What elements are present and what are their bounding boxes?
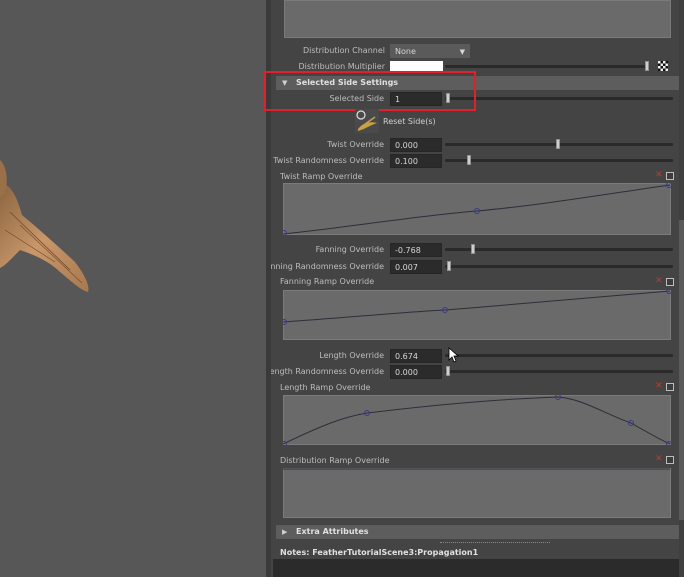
fanning-randomness-field[interactable]: 0.007 [390, 260, 442, 274]
distribution-multiplier-label: Distribution Multiplier [298, 62, 385, 71]
expand-ramp-icon[interactable] [666, 172, 674, 180]
delete-key-icon[interactable]: ✕ [655, 276, 663, 286]
fanning-override-slider-track[interactable] [445, 248, 673, 251]
twist-randomness-slider-handle[interactable] [467, 155, 471, 165]
length-override-label: Length Override [319, 351, 384, 360]
viewport[interactable] [0, 0, 266, 577]
distribution-channel-value: None [395, 47, 416, 56]
fanning-randomness-label: Fanning Randomness Override [271, 262, 384, 271]
twist-randomness-label: Twist Randomness Override [273, 156, 384, 165]
expand-ramp-icon[interactable] [666, 383, 674, 391]
distribution-ramp-graph[interactable] [283, 468, 671, 518]
length-ramp-label: Length Ramp Override [280, 383, 371, 392]
delete-key-icon[interactable]: ✕ [655, 454, 663, 464]
distribution-multiplier-slider-track[interactable] [445, 65, 645, 68]
twist-randomness-slider-track[interactable] [445, 159, 673, 162]
distribution-channel-label: Distribution Channel [302, 46, 385, 55]
twist-override-label: Twist Override [327, 140, 384, 149]
distribution-ramp-label: Distribution Ramp Override [280, 456, 390, 465]
twist-ramp-label: Twist Ramp Override [280, 172, 363, 181]
expand-ramp-icon[interactable] [666, 456, 674, 464]
length-override-field[interactable]: 0.674 [390, 349, 442, 363]
length-randomness-slider-handle[interactable] [446, 366, 450, 376]
twist-randomness-field[interactable]: 0.100 [390, 154, 442, 168]
length-randomness-slider-track[interactable] [445, 370, 673, 373]
density-ramp[interactable] [284, 0, 671, 38]
fanning-override-slider-handle[interactable] [471, 244, 475, 254]
length-randomness-label: Length Randomness Override [271, 367, 384, 376]
fanning-ramp-graph[interactable] [283, 290, 671, 340]
highlight-annotation-box [264, 71, 476, 111]
reset-sides-label[interactable]: Reset Side(s) [383, 117, 436, 126]
distribution-multiplier-slider-handle[interactable] [645, 61, 649, 71]
twist-override-field[interactable]: 0.000 [390, 138, 442, 152]
extra-attributes-title: Extra Attributes [296, 527, 369, 536]
length-override-slider-track[interactable] [445, 354, 673, 357]
selected-side-slider-track[interactable] [445, 97, 673, 100]
scrollbar-thumb[interactable] [679, 220, 684, 520]
distribution-channel-dropdown[interactable]: None ▼ [390, 44, 470, 58]
fanning-override-label: Fanning Override [315, 245, 384, 254]
chevron-down-icon: ▼ [459, 48, 465, 56]
length-ramp-graph[interactable] [283, 395, 671, 445]
notes-text-area[interactable] [273, 559, 684, 577]
mouse-cursor-icon [448, 347, 460, 363]
fanning-ramp-label: Fanning Ramp Override [280, 277, 375, 286]
reset-sides-icon[interactable] [355, 109, 379, 133]
texture-map-icon[interactable] [658, 61, 668, 71]
fanning-override-field[interactable]: -0.768 [390, 243, 442, 257]
length-randomness-field[interactable]: 0.000 [390, 365, 442, 379]
feather-render [0, 160, 89, 292]
twist-override-slider-handle[interactable] [556, 139, 560, 149]
delete-key-icon[interactable]: ✕ [655, 381, 663, 391]
expand-triangle-icon: ▶ [282, 528, 288, 536]
fanning-randomness-slider-handle[interactable] [447, 261, 451, 271]
fanning-randomness-slider-track[interactable] [445, 265, 673, 268]
notes-divider[interactable] [440, 542, 550, 544]
twist-ramp-graph[interactable] [283, 183, 671, 235]
notes-label: Notes: FeatherTutorialScene3:Propagation… [280, 548, 479, 557]
expand-ramp-icon[interactable] [666, 278, 674, 286]
extra-attributes-header[interactable]: ▶ Extra Attributes [276, 525, 680, 539]
delete-key-icon[interactable]: ✕ [655, 170, 663, 180]
